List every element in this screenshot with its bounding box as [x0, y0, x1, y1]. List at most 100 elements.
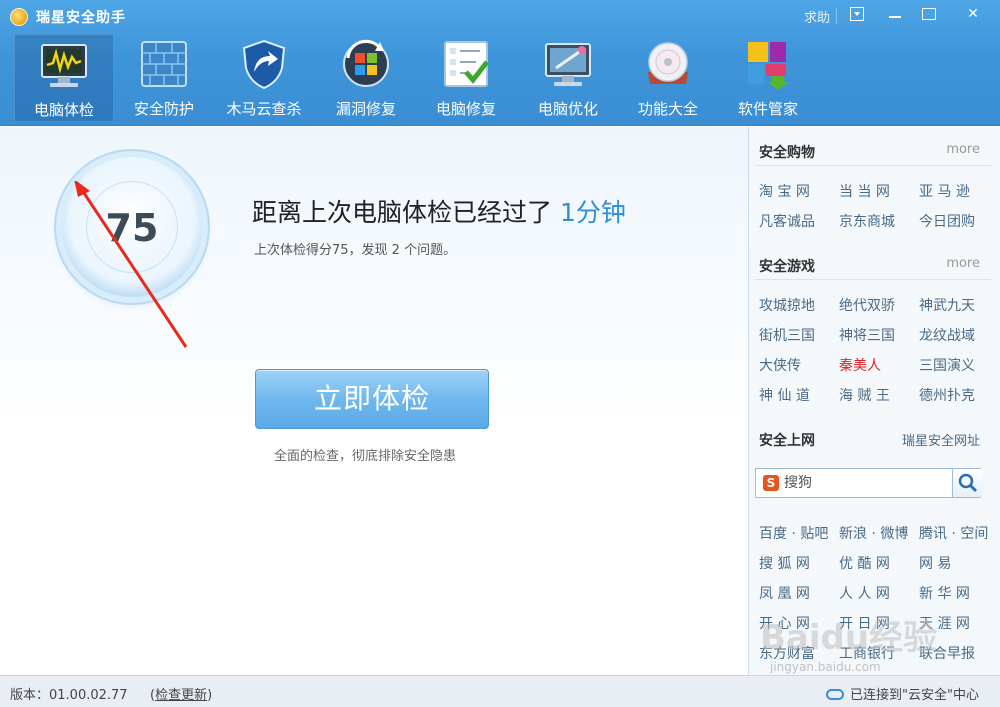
web-link[interactable]: 网 易 [919, 553, 999, 573]
score-gauge: 75 [62, 157, 202, 297]
shopping-more-link[interactable]: more [946, 142, 980, 157]
tool-security-protection[interactable]: 安全防护 [114, 34, 214, 122]
web-link[interactable]: 人 人 网 [839, 583, 919, 603]
search-button[interactable] [952, 469, 982, 497]
close-button[interactable]: ✕ [956, 2, 990, 28]
tool-label: 漏洞修复 [335, 100, 396, 118]
checkup-hint: 全面的检查，彻底排除安全隐患 [274, 449, 457, 464]
tool-label: 安全防护 [133, 100, 194, 118]
help-link[interactable]: 求助 [804, 7, 830, 26]
tool-vulnerability-fix[interactable]: 漏洞修复 [316, 34, 416, 122]
score-dial: 75 [86, 181, 178, 273]
score-value: 75 [105, 206, 159, 250]
link-vancl[interactable]: 凡客诚品 [759, 211, 839, 231]
game-link[interactable]: 德州扑克 [919, 385, 999, 405]
web-link[interactable]: 百度 · 贴吧 [759, 523, 839, 543]
game-link[interactable]: 龙纹战域 [919, 325, 999, 345]
games-title: 安全游戏 [759, 259, 815, 275]
divider [755, 279, 991, 280]
app-logo-icon [10, 8, 28, 26]
maximize-icon [922, 8, 936, 20]
checkup-panel: 75 距离上次电脑体检已经过了 1分钟 上次体检得分75，发现 2 个问题。 立… [0, 127, 748, 675]
disc-icon [642, 38, 694, 90]
tool-computer-repair[interactable]: 电脑修复 [416, 34, 516, 122]
search-input[interactable] [784, 473, 944, 493]
sidebar: 安全购物 more 淘 宝 网 当 当 网 亚 马 逊 凡客诚品 京东商城 今日… [748, 127, 1000, 675]
games-more-link[interactable]: more [946, 256, 980, 271]
safe-sites-link[interactable]: 瑞星安全网址 [902, 430, 980, 449]
close-icon: ✕ [967, 6, 979, 22]
app-title: 瑞星安全助手 [36, 10, 126, 26]
web-link[interactable]: 腾讯 · 空间 [919, 523, 999, 543]
web-link[interactable]: 联合早报 [919, 643, 999, 663]
tool-computer-checkup[interactable]: 电脑体检 [14, 34, 114, 122]
game-link[interactable]: 大侠传 [759, 355, 839, 375]
version-label: 版本：01.00.02.77 [10, 688, 128, 703]
connection-text: 已连接到"云安全"中心 [850, 688, 979, 703]
title-divider [836, 8, 837, 24]
tool-trojan-cloud-scan[interactable]: 木马云查杀 [214, 34, 314, 122]
monitor-checkup-icon [38, 39, 90, 91]
web-link[interactable]: 新 华 网 [919, 583, 999, 603]
web-link[interactable]: 天 涯 网 [919, 613, 999, 633]
check-update-link[interactable]: (检查更新) [150, 684, 212, 703]
search-icon [958, 473, 978, 493]
game-link-highlight[interactable]: 秦美人 [839, 355, 919, 375]
checklist-icon [440, 38, 492, 90]
dropdown-icon [850, 7, 864, 21]
headline-text: 距离上次电脑体检已经过了 [252, 198, 553, 227]
tool-label: 木马云查杀 [226, 100, 302, 118]
web-title: 安全上网 [759, 433, 815, 449]
tool-function-suite[interactable]: 功能大全 [618, 34, 718, 122]
web-link[interactable]: 凤 凰 网 [759, 583, 839, 603]
shopping-title: 安全购物 [759, 145, 815, 161]
minimize-icon [889, 16, 901, 18]
web-link[interactable]: 东方财富 [759, 643, 839, 663]
web-link[interactable]: 工商银行 [839, 643, 919, 663]
status-bar: 版本：01.00.02.77 (检查更新) 已连接到"云安全"中心 [0, 675, 1000, 707]
tool-label: 电脑优化 [537, 100, 598, 118]
game-link[interactable]: 神 仙 道 [759, 385, 839, 405]
tool-computer-optimize[interactable]: 电脑优化 [518, 34, 618, 122]
start-checkup-button[interactable]: 立即体检 [255, 369, 489, 429]
web-link[interactable]: 开 日 网 [839, 613, 919, 633]
tool-label: 电脑体检 [33, 101, 94, 119]
connection-status: 已连接到"云安全"中心 [826, 684, 979, 703]
tool-label: 软件管家 [737, 100, 798, 118]
windows-refresh-icon [340, 38, 392, 90]
title-toolbar: 瑞星安全助手 求助 ✕ 电脑体检 安全防护 木马云查杀 漏洞修复 电脑修复 电脑… [0, 0, 1000, 126]
game-link[interactable]: 街机三国 [759, 325, 839, 345]
game-link[interactable]: 海 贼 王 [839, 385, 919, 405]
optimize-monitor-icon [542, 38, 594, 90]
tool-software-manager[interactable]: 软件管家 [718, 34, 818, 122]
web-link[interactable]: 搜 狐 网 [759, 553, 839, 573]
divider [755, 165, 991, 166]
maximize-button[interactable] [912, 2, 946, 28]
game-link[interactable]: 绝代双骄 [839, 295, 919, 315]
game-link[interactable]: 攻城掠地 [759, 295, 839, 315]
link-dangdang[interactable]: 当 当 网 [839, 181, 919, 201]
link-taobao[interactable]: 淘 宝 网 [759, 181, 839, 201]
menu-dropdown-button[interactable] [840, 2, 874, 28]
game-link[interactable]: 三国演义 [919, 355, 999, 375]
cloud-icon [826, 689, 844, 700]
check-update-text: 检查更新 [155, 688, 208, 703]
link-jd[interactable]: 京东商城 [839, 211, 919, 231]
game-link[interactable]: 神将三国 [839, 325, 919, 345]
shield-icon [238, 38, 290, 90]
link-amazon[interactable]: 亚 马 逊 [919, 181, 999, 201]
tool-label: 电脑修复 [435, 100, 496, 118]
web-link[interactable]: 优 酷 网 [839, 553, 919, 573]
web-link[interactable]: 开 心 网 [759, 613, 839, 633]
software-blocks-icon [742, 38, 794, 90]
sogou-logo-icon: S [763, 475, 779, 491]
game-link[interactable]: 神武九天 [919, 295, 999, 315]
link-group-buy[interactable]: 今日团购 [919, 211, 999, 231]
last-result-summary: 上次体检得分75，发现 2 个问题。 [254, 243, 457, 258]
checkup-headline: 距离上次电脑体检已经过了 1分钟 [252, 193, 626, 229]
web-link[interactable]: 新浪 · 微博 [839, 523, 919, 543]
minimize-button[interactable] [878, 2, 912, 28]
elapsed-time: 1分钟 [559, 198, 626, 227]
firewall-icon [138, 38, 190, 90]
search-box: S [755, 468, 982, 498]
